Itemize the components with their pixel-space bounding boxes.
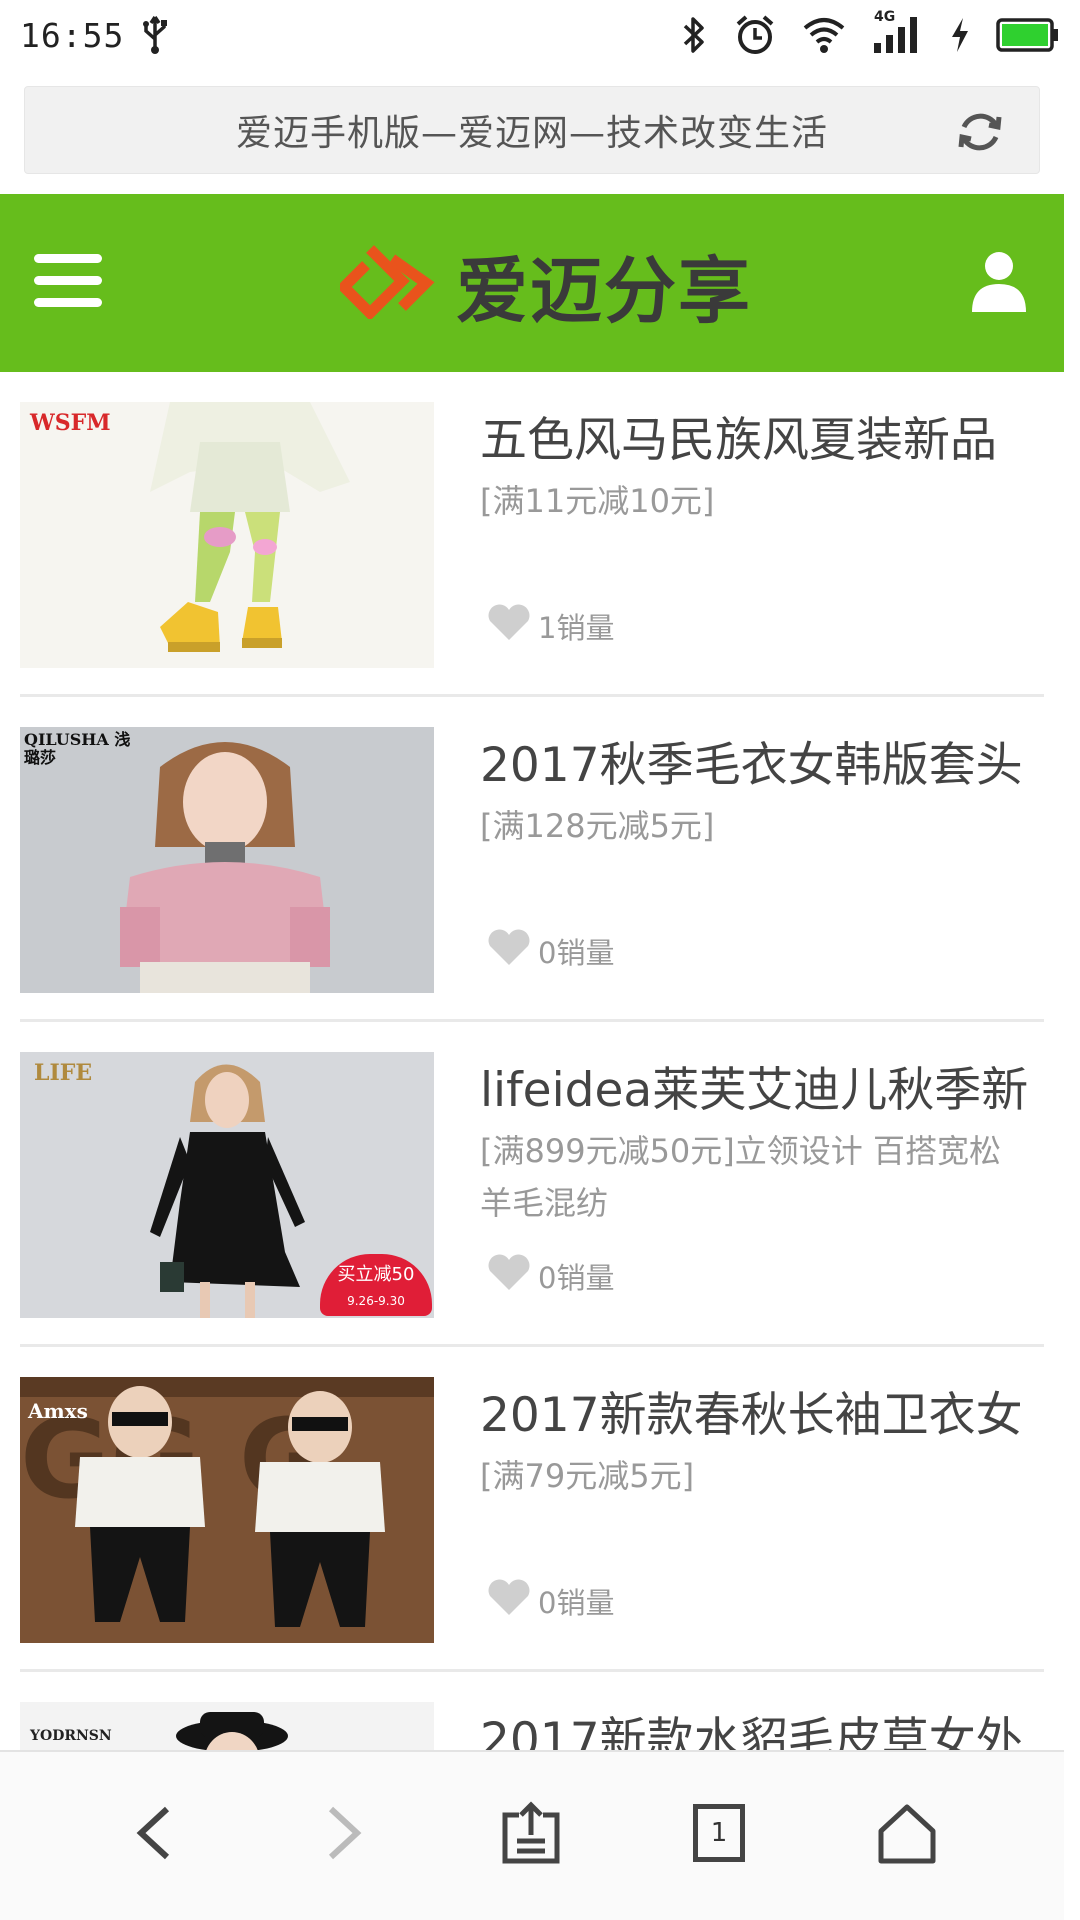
signal-4g-icon: 4G	[872, 9, 924, 55]
charging-icon	[950, 17, 970, 53]
battery-icon	[996, 17, 1060, 53]
product-image[interactable]: LIFE 买立减50 9.26-9.30	[20, 1052, 434, 1318]
sales-count: 0销量	[538, 935, 615, 970]
heart-icon[interactable]	[486, 927, 532, 974]
address-bar[interactable]: 爱迈手机版—爱迈网—技术改变生活	[24, 86, 1040, 174]
sales-count: 0销量	[538, 1260, 615, 1295]
back-icon[interactable]	[108, 1788, 198, 1878]
home-icon[interactable]	[862, 1788, 952, 1878]
product-title[interactable]: 2017秋季毛衣女韩版套头	[480, 737, 1040, 796]
network-label: 4G	[874, 9, 896, 25]
sales-info: 0销量	[486, 927, 614, 974]
product-image[interactable]: WSFM	[20, 402, 434, 668]
list-item[interactable]: GG G Amxs 2017新款春秋长袖卫衣女 [满79元减5元] 0销量	[0, 1347, 1064, 1672]
status-time: 16:55	[20, 15, 125, 55]
menu-icon[interactable]	[34, 254, 102, 310]
product-title[interactable]: 五色风马民族风夏装新品	[480, 412, 1040, 471]
product-image[interactable]: GG G Amxs	[20, 1377, 434, 1643]
sales-count: 0销量	[538, 1585, 615, 1620]
forward-icon[interactable]	[300, 1788, 390, 1878]
list-item[interactable]: WSFM 五色风马民族风夏装新品 [满11元减10元] 1销量	[0, 372, 1064, 697]
sales-info: 0销量	[486, 1252, 614, 1299]
sales-info: 1销量	[486, 602, 614, 649]
product-desc: [满11元减10元]	[480, 481, 715, 520]
sales-info: 0销量	[486, 1577, 614, 1624]
logo-text: 爱迈分享	[456, 248, 753, 333]
list-item[interactable]: LIFE 买立减50 9.26-9.30 lifeidea莱芙艾迪儿秋季新 [满…	[0, 1022, 1064, 1347]
product-brand: WSFM	[30, 410, 111, 436]
wifi-icon	[802, 16, 846, 54]
product-list: WSFM 五色风马民族风夏装新品 [满11元减10元] 1销量 QILUSHA …	[0, 372, 1064, 1920]
page-title: 爱迈手机版—爱迈网—技术改变生活	[235, 113, 828, 154]
status-bar: 16:55 4G	[0, 0, 1080, 70]
sales-count: 1销量	[538, 610, 615, 645]
product-info: 五色风马民族风夏装新品 [满11元减10元]	[480, 412, 1040, 527]
product-title[interactable]: lifeidea莱芙艾迪儿秋季新	[480, 1062, 1040, 1121]
product-info: lifeidea莱芙艾迪儿秋季新 [满899元减50元]立领设计 百搭宽松 羊毛…	[480, 1062, 1040, 1229]
site-header: 爱迈分享	[0, 194, 1064, 372]
product-title[interactable]: 2017新款春秋长袖卫衣女	[480, 1387, 1040, 1446]
usb-icon	[142, 15, 168, 55]
promo-badge-text: 买立减50	[337, 1264, 415, 1285]
refresh-icon[interactable]	[955, 107, 1005, 157]
bluetooth-icon	[680, 15, 708, 55]
heart-icon[interactable]	[486, 1577, 532, 1624]
product-desc: [满128元减5元]	[480, 806, 715, 845]
list-item[interactable]: QILUSHA 浅璐莎 2017秋季毛衣女韩版套头 [满128元减5元] 0销量	[0, 697, 1064, 1022]
site-logo[interactable]: 爱迈分享	[336, 234, 753, 334]
product-desc: [满79元减5元]	[480, 1456, 695, 1495]
product-brand: Amxs	[28, 1399, 88, 1423]
product-brand: YODRNSN	[30, 1728, 112, 1744]
product-desc: [满899元减50元]立领设计 百搭宽松 羊毛混纺	[480, 1131, 1001, 1222]
product-info: 2017秋季毛衣女韩版套头 [满128元减5元]	[480, 737, 1040, 852]
product-info: 2017新款春秋长袖卫衣女 [满79元减5元]	[480, 1387, 1040, 1502]
heart-icon[interactable]	[486, 1252, 532, 1299]
logo-mark-icon	[336, 245, 438, 323]
promo-badge-date: 9.26-9.30	[347, 1294, 405, 1308]
product-brand: QILUSHA 浅璐莎	[24, 730, 131, 767]
product-image[interactable]: QILUSHA 浅璐莎	[20, 727, 434, 993]
alarm-icon	[734, 14, 776, 56]
heart-icon[interactable]	[486, 602, 532, 649]
promo-badge: 买立减50 9.26-9.30	[320, 1254, 432, 1316]
product-brand: LIFE	[34, 1060, 93, 1086]
tab-count: 1	[710, 1818, 728, 1848]
share-icon[interactable]	[486, 1788, 576, 1878]
user-icon[interactable]	[970, 250, 1028, 314]
tabs-icon[interactable]: 1	[674, 1788, 764, 1878]
bottom-nav: 1	[0, 1750, 1064, 1920]
